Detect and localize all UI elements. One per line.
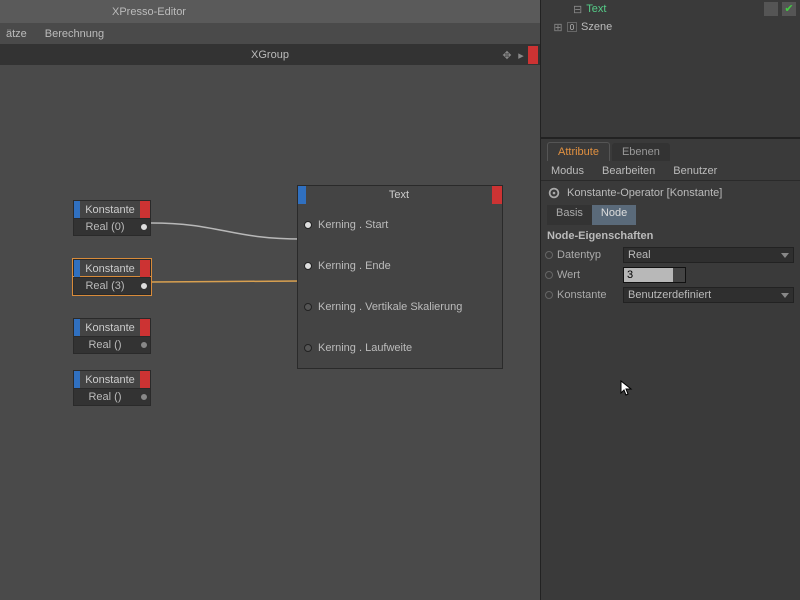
constant-node[interactable]: Konstante Real () — [73, 370, 151, 406]
input-port[interactable] — [304, 221, 312, 229]
output-port[interactable] — [140, 393, 148, 401]
sub-tabs: Basis Node — [541, 205, 800, 225]
port-label: Kerning . Ende — [318, 260, 391, 272]
operator-title-row: Konstante-Operator [Konstante] — [541, 181, 800, 205]
output-port[interactable] — [140, 282, 148, 290]
text-node[interactable]: Text Kerning . Start Kerning . Ende Kern… — [297, 185, 503, 369]
xgroup-header: XGroup ✥ ▸ — [0, 45, 540, 65]
output-port[interactable] — [140, 341, 148, 349]
gear-icon — [547, 186, 561, 200]
attribute-menu: Modus Bearbeiten Benutzer — [541, 161, 800, 181]
property-row: Datentyp Real — [541, 245, 800, 265]
prop-label: Datentyp — [557, 249, 619, 261]
constant-node[interactable]: Konstante Real (3) — [73, 259, 151, 295]
anim-dot[interactable] — [545, 251, 553, 259]
node-value: Real (0) — [74, 221, 136, 233]
node-value: Real () — [74, 339, 136, 351]
constant-node[interactable]: Konstante Real (0) — [73, 200, 151, 236]
scene-item[interactable]: Text — [586, 3, 760, 15]
constant-select[interactable]: Benutzerdefiniert — [623, 287, 794, 303]
anim-dot[interactable] — [545, 291, 553, 299]
node-title: Konstante — [80, 201, 140, 218]
constant-node[interactable]: Konstante Real () — [73, 318, 151, 354]
xgroup-title: XGroup — [251, 49, 289, 61]
chevron-right-icon[interactable]: ▸ — [514, 46, 528, 64]
layer-badge: 0 — [567, 22, 577, 32]
chevron-down-icon — [781, 293, 789, 298]
node-canvas[interactable]: Konstante Real (0) Konstante Real (3) Ko… — [0, 65, 540, 600]
input-value: 3 — [624, 268, 673, 282]
input-port[interactable] — [304, 262, 312, 270]
node-title: Konstante — [80, 260, 140, 277]
value-input[interactable]: 3 — [623, 267, 686, 283]
menu-item[interactable]: ätze — [6, 28, 27, 40]
tag-icon[interactable] — [764, 2, 778, 16]
check-icon[interactable]: ✔ — [782, 2, 796, 16]
subtab-node[interactable]: Node — [592, 205, 636, 225]
port-label: Kerning . Vertikale Skalierung — [318, 301, 462, 313]
node-title: Konstante — [80, 319, 140, 336]
datatype-select[interactable]: Real — [623, 247, 794, 263]
property-row: Konstante Benutzerdefiniert — [541, 285, 800, 305]
operator-title: Konstante-Operator [Konstante] — [567, 187, 722, 199]
menu-mode[interactable]: Modus — [551, 165, 584, 177]
output-port[interactable] — [140, 223, 148, 231]
move-icon[interactable]: ✥ — [500, 46, 514, 64]
node-value: Real (3) — [74, 280, 136, 292]
close-icon[interactable] — [528, 46, 538, 64]
menu-user[interactable]: Benutzer — [673, 165, 717, 177]
menu-item[interactable]: Berechnung — [45, 28, 104, 40]
menu-edit[interactable]: Bearbeiten — [602, 165, 655, 177]
input-port[interactable] — [304, 344, 312, 352]
prop-label: Konstante — [557, 289, 619, 301]
attribute-tabs: Attribute Ebenen — [541, 139, 800, 161]
spinner[interactable] — [673, 268, 685, 282]
select-value: Real — [628, 249, 651, 261]
window-title: XPresso-Editor — [112, 6, 186, 18]
anim-dot[interactable] — [545, 271, 553, 279]
scene-tree[interactable]: ⊟ Text ✔ ⊞ 0 Szene — [541, 0, 800, 137]
scene-item[interactable]: Szene — [581, 21, 796, 33]
select-value: Benutzerdefiniert — [628, 289, 711, 301]
menu-bar: ätze Berechnung — [0, 23, 540, 45]
window-titlebar: XPresso-Editor — [0, 0, 540, 23]
prop-label: Wert — [557, 269, 619, 281]
attribute-panel: ⊟ Text ✔ ⊞ 0 Szene Attribute Ebenen Modu… — [540, 0, 800, 600]
tab-layers[interactable]: Ebenen — [612, 143, 670, 161]
expand-icon[interactable]: ⊞ — [553, 21, 563, 34]
port-label: Kerning . Start — [318, 219, 388, 231]
property-row: Wert 3 — [541, 265, 800, 285]
chevron-down-icon — [781, 253, 789, 258]
section-header: Node-Eigenschaften — [541, 225, 800, 245]
port-label: Kerning . Laufweite — [318, 342, 412, 354]
input-port[interactable] — [304, 303, 312, 311]
node-value: Real () — [74, 391, 136, 403]
tab-attribute[interactable]: Attribute — [547, 142, 610, 161]
node-title: Konstante — [80, 371, 140, 388]
expand-icon[interactable]: ⊟ — [573, 3, 582, 16]
subtab-basis[interactable]: Basis — [547, 205, 592, 225]
node-title: Text — [306, 186, 492, 204]
